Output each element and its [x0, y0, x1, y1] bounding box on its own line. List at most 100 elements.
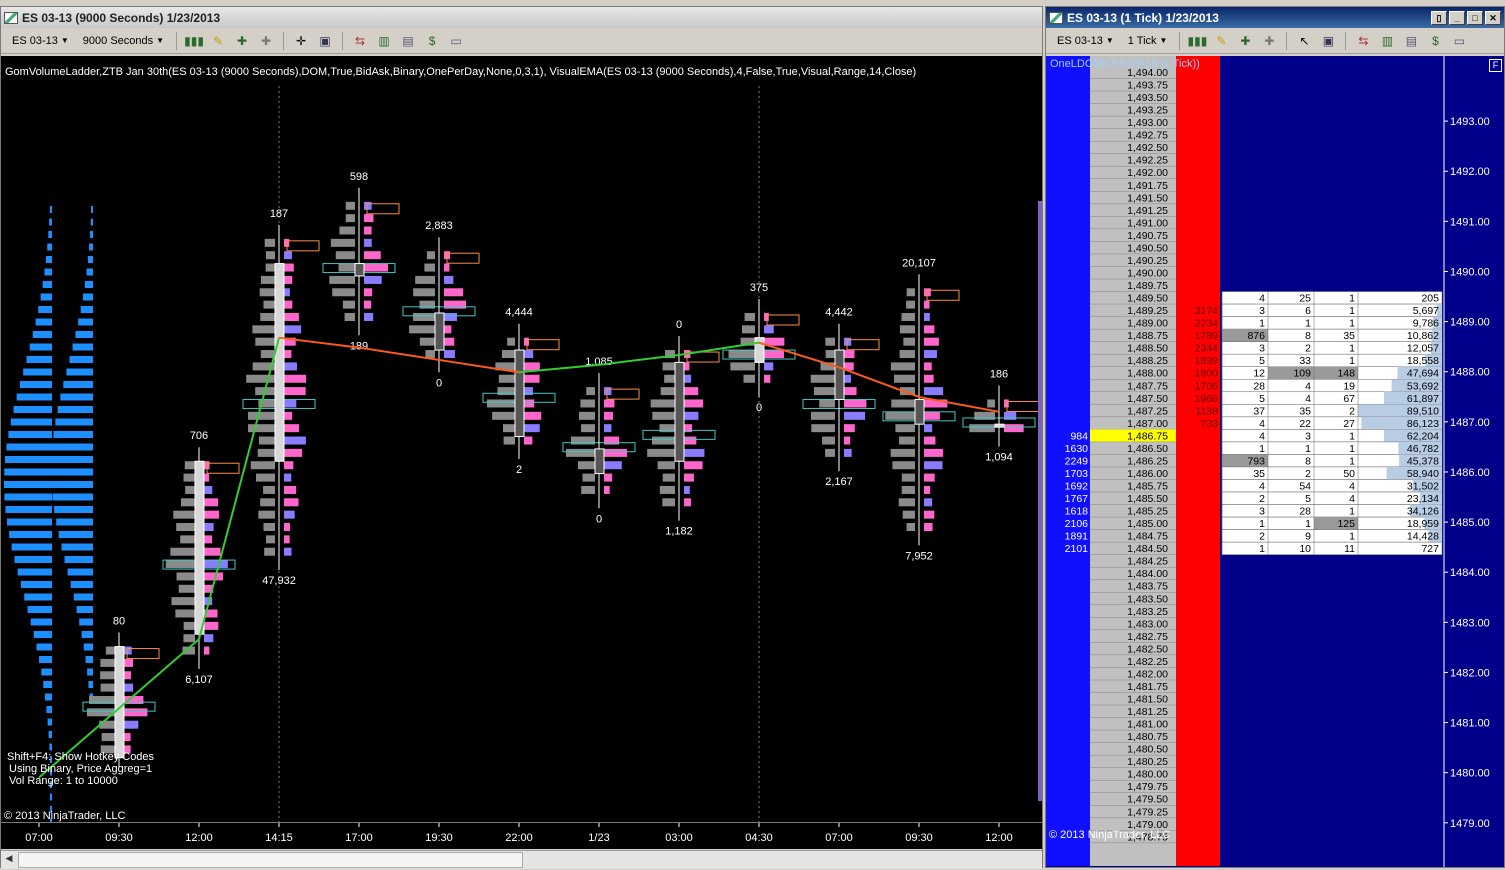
scroll-left-icon[interactable]: ◀ [2, 853, 16, 867]
high-volume-box [1006, 400, 1040, 412]
restore-icon[interactable]: ▯ [1431, 10, 1447, 25]
volume-table-cell: 50 [1343, 468, 1355, 480]
bid-volume-cell [255, 337, 275, 346]
maximize-icon[interactable]: □ [1467, 10, 1483, 25]
ask-volume-cell [844, 436, 851, 445]
ask-volume-cell [284, 411, 293, 420]
dom-price-label: 1,479.50 [1127, 794, 1168, 806]
bid-volume-cell [825, 448, 835, 457]
chart-style-icon[interactable]: ▤ [398, 32, 418, 50]
bid-volume-cell [825, 337, 835, 346]
ask-volume-cell [284, 275, 293, 284]
strategy-icon[interactable]: ⇆ [1353, 32, 1373, 50]
volume-profile-bar [44, 693, 52, 701]
data-box-icon[interactable]: ▭ [446, 32, 466, 50]
bar-volume-top-label: 375 [750, 282, 768, 294]
pencil-draw-icon[interactable]: ✎ [1211, 32, 1231, 50]
bid-volume-cell [744, 312, 755, 321]
dom-panel-toggle-icon[interactable]: F [1489, 59, 1502, 72]
dom-ask-size: 1138 [1195, 405, 1218, 417]
ask-volume-cell [524, 424, 540, 433]
volume-profile-bar [45, 256, 52, 263]
dom-price-label: 1,491.00 [1127, 217, 1168, 229]
dom-price-label: 1,482.25 [1127, 656, 1168, 668]
ask-volume-cell [524, 436, 533, 445]
ask-volume-cell [284, 251, 292, 260]
dom-window-titlebar[interactable]: ES 03-13 (1 Tick) 1/23/2013 ▯ _ □ ✕ [1046, 7, 1504, 28]
ask-volume-cell [764, 325, 774, 334]
bid-volume-cell [165, 560, 195, 569]
dom-price-label: 1,487.75 [1127, 380, 1168, 392]
properties-icon[interactable]: ▣ [1318, 32, 1338, 50]
volume-table-cell: 1 [1349, 293, 1355, 305]
bid-volume-cell [503, 436, 515, 445]
chart-style-icon[interactable]: ▤ [1401, 32, 1421, 50]
volume-table-cell: 62,204 [1407, 430, 1439, 442]
time-axis-label: 19:30 [425, 832, 453, 844]
zoom-out-icon[interactable]: ✚ [1259, 32, 1279, 50]
volume-profile-bar [52, 493, 93, 501]
ask-volume-cell [604, 448, 628, 457]
ask-volume-cell [604, 399, 615, 408]
dom-ladder[interactable]: 1,494.00 1,493.75 1,493.50 1,493.25 1,493.00… [1046, 56, 1504, 867]
bar-volume-bottom-label: 0 [596, 513, 602, 525]
close-icon[interactable]: ✕ [1485, 10, 1501, 25]
pencil-draw-icon[interactable]: ✎ [208, 32, 228, 50]
chart-window-titlebar[interactable]: ES 03-13 (9000 Seconds) 1/23/2013 [1, 7, 1042, 28]
dom-instrument-select[interactable]: ES 03-13 ▼ [1052, 31, 1119, 51]
volume-table-cell: 876 [1247, 330, 1265, 342]
strategy-icon[interactable]: ⇆ [350, 32, 370, 50]
volume-profile-bar [89, 243, 93, 251]
volume-table-cell: 10 [1299, 543, 1311, 555]
volume-table-cell: 1 [1349, 430, 1355, 442]
bar-type-icon[interactable]: ▮▮▮ [1187, 32, 1208, 50]
volume-profile-bar [11, 543, 52, 551]
candle-body [754, 337, 765, 363]
properties-icon[interactable]: ▣ [315, 32, 335, 50]
volume-table-cell: 31,502 [1407, 480, 1439, 492]
high-volume-box [766, 314, 800, 326]
ask-volume-cell [204, 646, 210, 655]
ask-volume-cell [124, 671, 132, 680]
volume-profile-bar [52, 443, 93, 451]
volume-profile-bar [88, 681, 93, 688]
dom-price-label: 1,488.50 [1127, 343, 1168, 355]
data-box-icon[interactable]: ▭ [1449, 32, 1469, 50]
zoom-in-icon[interactable]: ✚ [1235, 32, 1255, 50]
ask-volume-cell [364, 263, 388, 272]
zoom-in-icon[interactable]: ✚ [232, 32, 252, 50]
bid-volume-cell [901, 485, 915, 494]
dollar-icon[interactable]: $ [1425, 32, 1445, 50]
bid-volume-cell [257, 448, 275, 457]
bar-type-icon[interactable]: ▮▮▮ [184, 32, 204, 50]
zoom-out-icon[interactable]: ✚ [256, 32, 276, 50]
ask-volume-cell [524, 350, 534, 359]
volume-table-cell: 37 [1253, 405, 1265, 417]
dom-bid-size: 1618 [1065, 506, 1089, 518]
price-chart[interactable]: 80 706 6,107 187 47,932 598 189 2,883 0 4,444 2 1,0… [1, 56, 1042, 851]
dom-interval-select[interactable]: 1 Tick ▼ [1123, 31, 1173, 51]
bar-volume-top-label: 4,442 [825, 307, 853, 319]
ask-volume-cell [284, 498, 299, 507]
dom-price-label: 1,493.25 [1127, 105, 1168, 117]
ask-volume-cell [524, 362, 540, 371]
indicators-icon[interactable]: ▥ [1377, 32, 1397, 50]
volume-profile-bar [38, 306, 52, 313]
instrument-select[interactable]: ES 03-13 ▼ [7, 31, 74, 51]
minimize-icon[interactable]: _ [1449, 10, 1465, 25]
scroll-thumb[interactable] [18, 852, 523, 868]
dollar-icon[interactable]: $ [422, 32, 442, 50]
bid-volume-cell [810, 374, 835, 383]
bid-volume-cell [183, 621, 195, 630]
candle-body [434, 312, 445, 351]
volume-table-cell: 2 [1259, 531, 1265, 543]
indicators-icon[interactable]: ▥ [374, 32, 394, 50]
interval-select[interactable]: 9000 Seconds ▼ [78, 31, 169, 51]
pointer-icon[interactable]: ↖ [1294, 32, 1314, 50]
crosshair-icon[interactable]: ✛ [291, 32, 311, 50]
bid-volume-cell [565, 448, 595, 457]
volume-profile-bar [5, 506, 53, 513]
dom-ask-size: 1966 [1195, 393, 1219, 405]
ask-volume-cell [924, 325, 935, 334]
chart-scrollbar[interactable]: ◀ [1, 850, 1042, 869]
